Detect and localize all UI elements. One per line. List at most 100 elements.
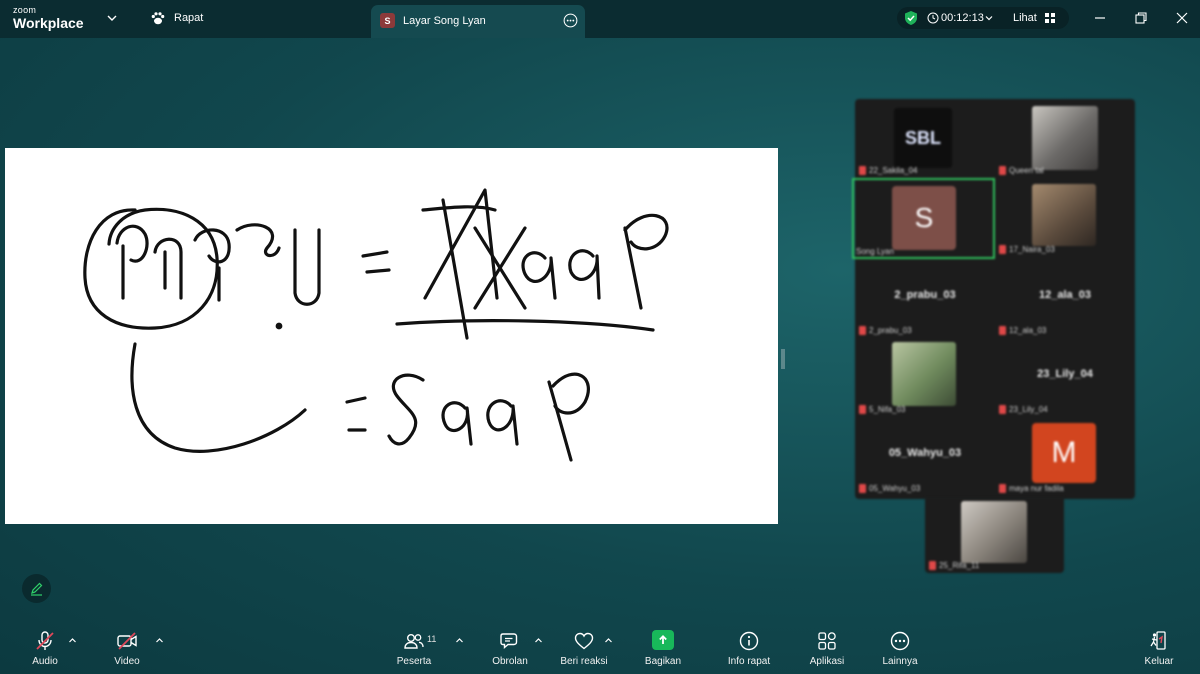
video-tile[interactable]: Queen tal <box>995 99 1135 178</box>
grid-view-icon[interactable] <box>1044 12 1056 24</box>
participant-name-text: 5_Nifa_03 <box>869 405 906 414</box>
video-tile[interactable]: 25_Rifa_11 <box>925 497 1064 573</box>
chevron-up-icon[interactable] <box>68 636 77 645</box>
chat-icon <box>500 633 518 650</box>
chevron-up-icon[interactable] <box>534 636 543 645</box>
more-options-icon[interactable] <box>563 13 578 28</box>
audio-label: Audio <box>32 656 58 667</box>
participant-display-name: 12_ala_03 <box>1039 289 1091 301</box>
participants-gallery-overflow: 25_Rifa_11 <box>925 497 1064 573</box>
participant-name: 22_Sakila_04 <box>859 166 917 175</box>
participant-name: Song Lyan <box>856 247 894 256</box>
participant-display-name: 23_Lily_04 <box>1037 368 1093 380</box>
mic-muted-icon <box>859 166 866 175</box>
participant-photo <box>892 342 956 406</box>
paw-icon <box>151 12 165 25</box>
video-tile[interactable]: 05_Wahyu_03 05_Wahyu_03 <box>855 417 995 496</box>
participant-logo: SBL <box>894 108 952 168</box>
participant-name: 05_Wahyu_03 <box>859 484 920 493</box>
chevron-up-icon[interactable] <box>604 636 613 645</box>
mic-muted-icon <box>999 166 1006 175</box>
video-off-icon <box>117 632 137 650</box>
participant-avatar: M <box>1032 423 1096 483</box>
restore-icon[interactable] <box>1134 11 1148 25</box>
tab-shared-screen[interactable]: S Layar Song Lyan <box>371 5 585 38</box>
more-icon <box>890 631 910 651</box>
video-tile[interactable]: 23_Lily_04 23_Lily_04 <box>995 338 1135 417</box>
leave-label: Keluar <box>1144 656 1174 667</box>
mic-muted-icon <box>929 561 936 570</box>
audio-button[interactable]: Audio <box>28 630 62 667</box>
pencil-icon <box>31 582 43 596</box>
meeting-info-label: Info rapat <box>727 656 771 667</box>
chevron-down-icon[interactable] <box>984 13 994 23</box>
brand-zoom-text: zoom <box>13 5 37 15</box>
tab-shared-screen-label: Layar Song Lyan <box>403 15 486 27</box>
chevron-down-icon[interactable] <box>106 12 118 24</box>
minimize-icon[interactable] <box>1093 11 1107 25</box>
apps-button[interactable]: Aplikasi <box>806 630 848 667</box>
participant-name-text: Song Lyan <box>856 247 894 256</box>
shared-screen-whiteboard <box>5 148 778 524</box>
participant-name: 5_Nifa_03 <box>859 405 905 414</box>
view-button[interactable]: Lihat <box>1013 12 1037 24</box>
participant-name-text: maya nur fadila <box>1009 484 1064 493</box>
video-tile[interactable]: 2_prabu_03 2_prabu_03 <box>855 259 995 338</box>
mic-muted-icon <box>859 405 866 414</box>
participant-display-name: 05_Wahyu_03 <box>888 447 962 459</box>
participant-name-text: 2_prabu_03 <box>869 326 912 335</box>
clock-icon <box>927 12 939 24</box>
annotate-button[interactable] <box>22 574 51 603</box>
video-tile[interactable]: 17_Naira_03 <box>995 178 1135 257</box>
participant-name-text: 22_Sakila_04 <box>869 166 918 175</box>
logo-text: SBL <box>905 127 941 148</box>
meeting-toolbar: Audio Video Peserta 11 Obrolan Beri reak… <box>0 622 1200 674</box>
meeting-timer[interactable]: 00:12:13 <box>941 12 984 24</box>
meeting-info-button[interactable]: Info rapat <box>724 630 774 667</box>
participant-avatar: S <box>892 186 956 250</box>
video-tile-active-speaker[interactable]: S Song Lyan <box>852 178 995 259</box>
apps-icon <box>818 632 836 650</box>
participant-name: 12_ala_03 <box>999 326 1046 335</box>
video-tile[interactable]: 5_Nifa_03 <box>855 338 995 417</box>
shield-check-icon[interactable] <box>903 10 919 26</box>
video-tile[interactable]: 12_ala_03 12_ala_03 <box>995 259 1135 338</box>
heart-icon <box>574 632 594 650</box>
mic-muted-icon <box>859 326 866 335</box>
close-icon[interactable] <box>1175 11 1189 25</box>
share-screen-button[interactable]: Bagikan <box>642 630 684 667</box>
mic-muted-icon <box>999 484 1006 493</box>
mic-muted-icon <box>36 631 54 650</box>
video-tile[interactable]: M maya nur fadila <box>995 417 1135 496</box>
leave-button[interactable]: Keluar <box>1140 630 1178 667</box>
participants-label: Peserta <box>396 656 432 667</box>
brand-workplace-text: Workplace <box>13 15 84 31</box>
react-button[interactable]: Beri reaksi <box>557 630 611 667</box>
participant-name: maya nur fadila <box>999 484 1064 493</box>
more-button[interactable]: Lainnya <box>879 630 921 667</box>
chat-label: Obrolan <box>492 656 528 667</box>
participant-name-text: 23_Lily_04 <box>1009 405 1048 414</box>
participant-name: Queen tal <box>999 166 1044 175</box>
participant-name: 17_Naira_03 <box>999 245 1055 254</box>
chevron-up-icon[interactable] <box>455 636 464 645</box>
participants-gallery: SBL 22_Sakila_04 Queen tal S Song Lyan 1… <box>852 99 1135 499</box>
zoom-workplace-logo[interactable]: zoom Workplace <box>13 5 84 31</box>
video-label: Video <box>114 656 140 667</box>
participant-name-text: Queen tal <box>1009 166 1044 175</box>
title-bar: zoom Workplace Rapat S Layar Song Lyan 0… <box>0 0 1200 38</box>
participant-display-name: 2_prabu_03 <box>894 289 956 301</box>
chat-button[interactable]: Obrolan <box>488 630 532 667</box>
participant-name-text: 12_ala_03 <box>1009 326 1047 335</box>
video-tile[interactable]: SBL 22_Sakila_04 <box>855 99 995 178</box>
panel-resize-handle[interactable] <box>780 347 786 371</box>
participants-icon <box>404 633 424 649</box>
tab-meeting[interactable]: Rapat <box>150 10 203 26</box>
participants-count: 11 <box>427 634 437 644</box>
video-button[interactable]: Video <box>110 630 144 667</box>
chevron-up-icon[interactable] <box>155 636 164 645</box>
participant-photo <box>1032 184 1096 246</box>
participant-name: 23_Lily_04 <box>999 405 1048 414</box>
participant-name-text: 25_Rifa_11 <box>939 561 980 570</box>
mic-muted-icon <box>999 405 1006 414</box>
